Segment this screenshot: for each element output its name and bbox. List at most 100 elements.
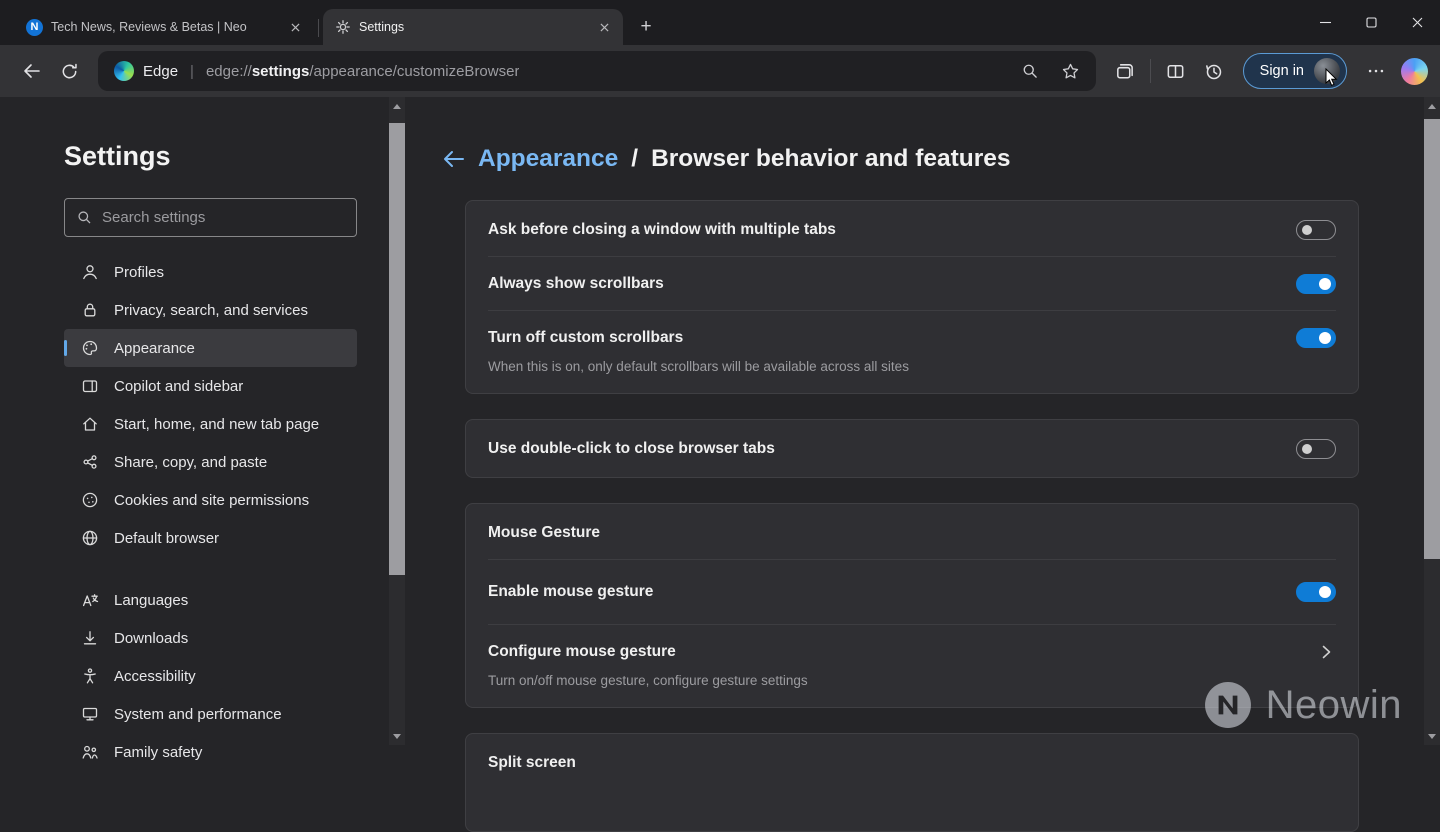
search-settings-input[interactable] (102, 209, 345, 226)
sign-in-button[interactable]: Sign in (1243, 53, 1347, 89)
back-arrow-icon[interactable] (441, 148, 465, 170)
download-icon (80, 628, 100, 648)
url-host: settings (252, 63, 310, 80)
sidebar-item-family-safety[interactable]: Family safety (64, 733, 357, 771)
sidebar-item-system-performance[interactable]: System and performance (64, 695, 357, 733)
sidebar-item-share-copy-paste[interactable]: Share, copy, and paste (64, 443, 357, 481)
tab-strip: N Tech News, Reviews & Betas | Neo Setti… (14, 9, 661, 45)
sidebar-item-profiles[interactable]: Profiles (64, 253, 357, 291)
history-icon[interactable] (1195, 52, 1233, 90)
setting-row-configure-mouse-gesture[interactable]: Configure mouse gesture Turn on/off mous… (488, 624, 1336, 705)
sidebar-item-label: Privacy, search, and services (114, 302, 308, 319)
setting-label: Ask before closing a window with multipl… (488, 221, 836, 239)
scrollbar-thumb[interactable] (1424, 119, 1440, 559)
settings-gear-icon (335, 19, 351, 35)
setting-label: Turn off custom scrollbars (488, 329, 683, 347)
search-icon[interactable] (1021, 62, 1039, 80)
more-menu-icon[interactable] (1357, 52, 1395, 90)
edge-brand-label: Edge (143, 63, 178, 80)
profile-icon (80, 262, 100, 282)
window-controls (1302, 0, 1440, 45)
sidebar-item-appearance[interactable]: Appearance (64, 329, 357, 367)
url-path: /appearance/customizeBrowser (309, 63, 519, 80)
new-tab-button[interactable]: + (631, 12, 661, 42)
breadcrumb: Appearance / Browser behavior and featur… (441, 145, 1359, 173)
setting-row-double-click-close: Use double-click to close browser tabs (488, 428, 1336, 469)
card-window-behavior: Ask before closing a window with multipl… (465, 200, 1359, 394)
section-header-split-screen: Split screen (488, 742, 1336, 783)
sidebar-item-copilot-sidebar[interactable]: Copilot and sidebar (64, 367, 357, 405)
sidebar-item-default-browser[interactable]: Default browser (64, 519, 357, 557)
setting-description: Turn on/off mouse gesture, configure ges… (488, 673, 1336, 688)
section-header-mouse-gesture: Mouse Gesture (488, 512, 1336, 553)
scroll-up-arrow-icon[interactable] (1424, 97, 1440, 115)
settings-scrollbar[interactable] (389, 97, 405, 745)
refresh-button[interactable] (50, 52, 88, 90)
scroll-up-arrow-icon[interactable] (389, 97, 405, 115)
cookie-icon (80, 490, 100, 510)
scrollbar-thumb[interactable] (389, 123, 405, 575)
sidebar-item-label: Default browser (114, 530, 219, 547)
maximize-button[interactable] (1348, 0, 1394, 45)
url-text[interactable]: edge://settings/appearance/customizeBrow… (206, 63, 520, 80)
sidebar-layout-icon (80, 376, 100, 396)
scroll-down-arrow-icon[interactable] (389, 727, 405, 745)
tab-neowin[interactable]: N Tech News, Reviews & Betas | Neo (14, 9, 314, 45)
settings-search-box[interactable] (64, 198, 357, 237)
sidebar-item-label: Share, copy, and paste (114, 454, 267, 471)
window-scrollbar[interactable] (1424, 97, 1440, 745)
setting-label: Use double-click to close browser tabs (488, 440, 775, 458)
copilot-icon[interactable] (1401, 58, 1428, 85)
tab-settings[interactable]: Settings (323, 9, 623, 45)
toggle-always-show-scrollbars[interactable] (1296, 274, 1336, 294)
breadcrumb-parent-link[interactable]: Appearance (478, 145, 618, 173)
sign-in-label: Sign in (1260, 63, 1304, 79)
close-button[interactable] (1394, 0, 1440, 45)
settings-main-pane: Appearance / Browser behavior and featur… (405, 97, 1424, 745)
split-screen-icon[interactable] (1157, 52, 1195, 90)
sidebar-item-label: Appearance (114, 340, 195, 357)
edge-logo-icon (114, 61, 134, 81)
sidebar-item-cookies-permissions[interactable]: Cookies and site permissions (64, 481, 357, 519)
toggle-enable-mouse-gesture[interactable] (1296, 582, 1336, 602)
tab-title: Tech News, Reviews & Betas | Neo (51, 20, 276, 34)
url-scheme: edge:// (206, 63, 252, 80)
sidebar-group-gap (64, 557, 357, 581)
toggle-double-click-close[interactable] (1296, 439, 1336, 459)
tab-close-icon[interactable] (284, 16, 306, 38)
tab-close-icon[interactable] (593, 16, 615, 38)
scroll-down-arrow-icon[interactable] (1424, 727, 1440, 745)
sidebar-item-privacy[interactable]: Privacy, search, and services (64, 291, 357, 329)
mouse-cursor (1325, 68, 1340, 88)
browser-toolbar: Edge | edge://settings/appearance/custom… (0, 45, 1440, 97)
setting-label: Always show scrollbars (488, 275, 664, 293)
address-bar[interactable]: Edge | edge://settings/appearance/custom… (98, 51, 1096, 91)
sidebar-item-languages[interactable]: Languages (64, 581, 357, 619)
sidebar-item-label: Downloads (114, 630, 188, 647)
sidebar-item-label: Languages (114, 592, 188, 609)
card-double-click: Use double-click to close browser tabs (465, 419, 1359, 478)
neowin-favicon-icon: N (26, 19, 43, 36)
setting-row-turn-off-custom-scrollbars: Turn off custom scrollbars (488, 317, 1336, 358)
favorite-star-icon[interactable] (1061, 62, 1080, 81)
toggle-turn-off-custom-scrollbars[interactable] (1296, 328, 1336, 348)
sidebar-item-downloads[interactable]: Downloads (64, 619, 357, 657)
collections-icon[interactable] (1106, 52, 1144, 90)
palette-icon (80, 338, 100, 358)
section-title: Mouse Gesture (488, 524, 600, 542)
chevron-right-icon[interactable] (1316, 642, 1336, 662)
card-mouse-gesture: Mouse Gesture Enable mouse gesture Confi… (465, 503, 1359, 708)
sidebar-item-start-home[interactable]: Start, home, and new tab page (64, 405, 357, 443)
toggle-ask-before-closing[interactable] (1296, 220, 1336, 240)
settings-page: Settings Profiles Privacy, search, and s… (0, 97, 1440, 745)
minimize-button[interactable] (1302, 0, 1348, 45)
globe-icon (80, 528, 100, 548)
sidebar-item-accessibility[interactable]: Accessibility (64, 657, 357, 695)
breadcrumb-separator: / (631, 145, 638, 173)
setting-row-enable-mouse-gesture: Enable mouse gesture (488, 566, 1336, 618)
back-button[interactable] (12, 52, 50, 90)
family-icon (80, 742, 100, 762)
share-icon (80, 452, 100, 472)
sidebar-item-label: Family safety (114, 744, 202, 761)
search-icon (76, 209, 93, 226)
